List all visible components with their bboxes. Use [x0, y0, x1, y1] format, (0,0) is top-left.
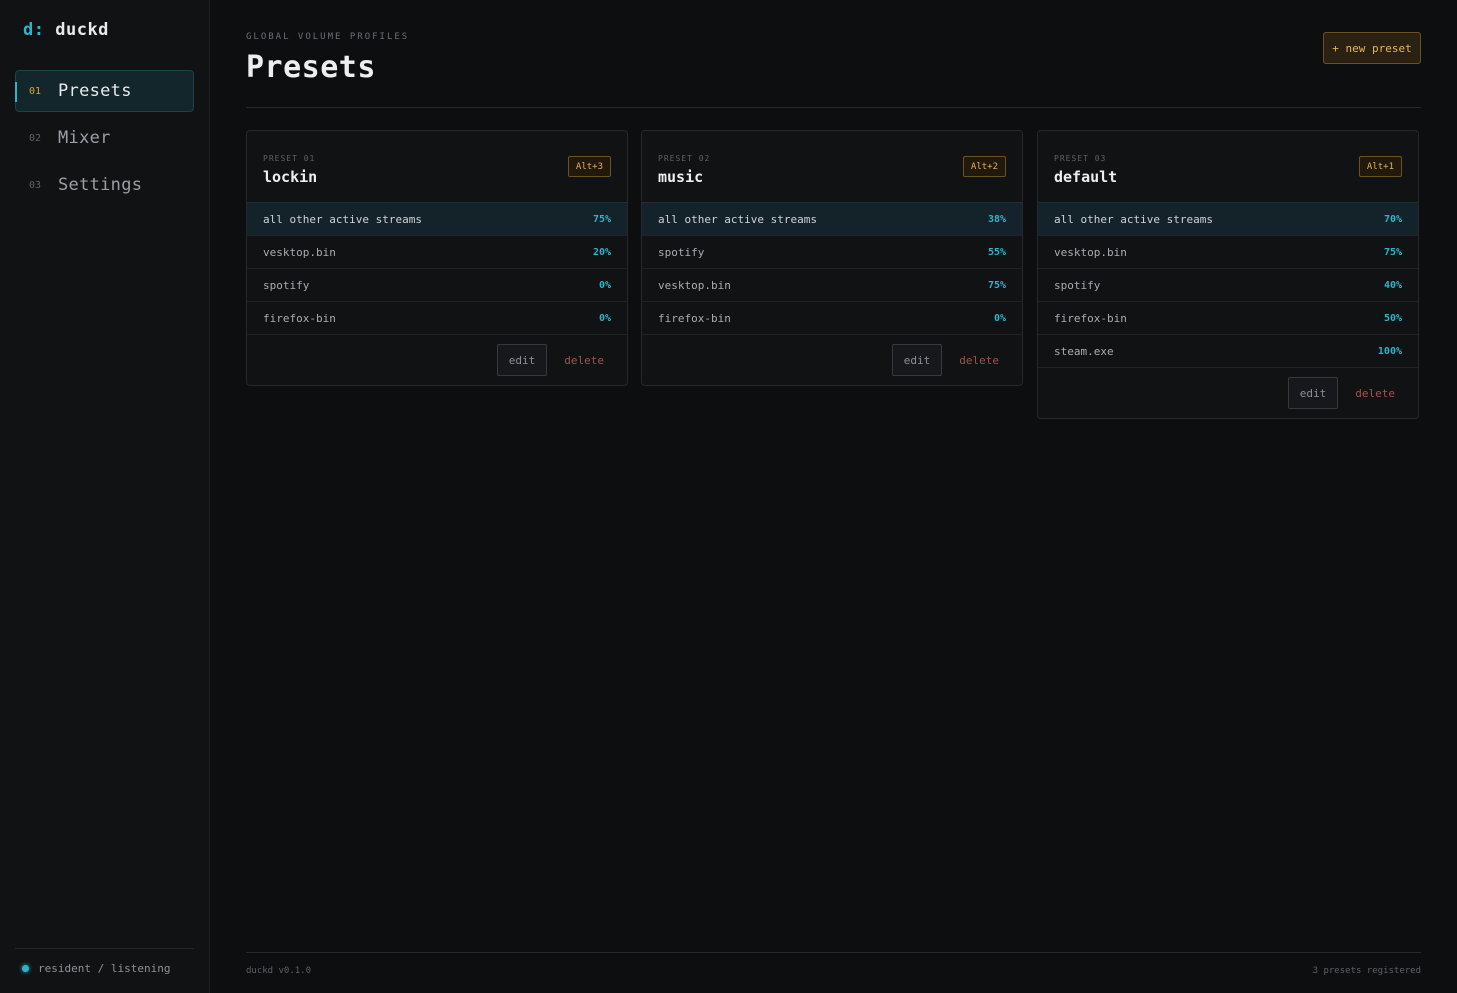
- edit-preset-button[interactable]: edit: [891, 344, 943, 376]
- new-preset-button[interactable]: + new preset: [1323, 32, 1421, 64]
- preset-card: PRESET 03 default Alt+1 all other active…: [1037, 130, 1419, 419]
- stream-volume: 75%: [1383, 246, 1402, 258]
- stream-name: firefox-bin: [1054, 311, 1127, 325]
- stream-row: firefox-bin 50%: [1038, 301, 1418, 334]
- stream-volume: 40%: [1383, 279, 1402, 291]
- preset-card-header: PRESET 03 default Alt+1: [1038, 131, 1418, 202]
- delete-preset-button[interactable]: delete: [948, 344, 1010, 376]
- status-indicator: resident / listening: [15, 948, 194, 975]
- stream-row: steam.exe 100%: [1038, 334, 1418, 367]
- stream-name: all other active streams: [263, 212, 422, 226]
- preset-number: PRESET 02: [658, 154, 711, 163]
- brand-logo: d: duckd: [23, 20, 109, 40]
- stream-row: spotify 55%: [642, 235, 1022, 268]
- preset-card-header: PRESET 01 lockin Alt+3: [247, 131, 627, 202]
- stream-name: firefox-bin: [658, 311, 731, 325]
- main-content: GLOBAL VOLUME PROFILES Presets + new pre…: [210, 0, 1457, 993]
- stream-volume: 50%: [1383, 312, 1402, 324]
- page-title: Presets: [246, 50, 376, 85]
- footer-divider: [246, 952, 1421, 953]
- stream-volume: 75%: [592, 213, 611, 225]
- hotkey-badge: Alt+3: [567, 156, 611, 177]
- stream-volume: 75%: [987, 279, 1006, 291]
- stream-name: spotify: [1054, 278, 1101, 292]
- stream-volume: 0%: [993, 312, 1006, 324]
- stream-name: spotify: [263, 278, 310, 292]
- stream-volume: 70%: [1383, 213, 1402, 225]
- page-eyebrow: GLOBAL VOLUME PROFILES: [246, 32, 410, 42]
- sidebar-item-number: 03: [29, 179, 42, 191]
- sidebar-item-label: Settings: [58, 175, 143, 195]
- stream-name: steam.exe: [1054, 344, 1114, 358]
- sidebar-item-number: 01: [29, 85, 42, 97]
- stream-name: firefox-bin: [263, 311, 336, 325]
- sidebar-item-number: 02: [29, 132, 42, 144]
- preset-card-actions: edit delete: [1038, 367, 1418, 418]
- preset-card: PRESET 01 lockin Alt+3 all other active …: [246, 130, 628, 386]
- stream-row: spotify 40%: [1038, 268, 1418, 301]
- delete-preset-button[interactable]: delete: [553, 344, 615, 376]
- stream-row: all other active streams 75%: [247, 202, 627, 235]
- preset-name: default: [1054, 168, 1118, 186]
- version-label: duckd v0.1.0: [246, 966, 312, 976]
- header-divider: [246, 107, 1421, 108]
- sidebar-item-label: Presets: [58, 81, 132, 101]
- stream-volume: 55%: [987, 246, 1006, 258]
- stream-row: all other active streams 38%: [642, 202, 1022, 235]
- preset-card-actions: edit delete: [247, 334, 627, 385]
- stream-volume: 0%: [598, 279, 611, 291]
- stream-volume: 38%: [987, 213, 1006, 225]
- sidebar-item-settings[interactable]: 03 Settings: [15, 164, 194, 206]
- brand-mark: d:: [23, 20, 45, 40]
- stream-row: vesktop.bin 75%: [1038, 235, 1418, 268]
- stream-name: vesktop.bin: [1054, 245, 1127, 259]
- edit-preset-button[interactable]: edit: [496, 344, 548, 376]
- preset-card-header: PRESET 02 music Alt+2: [642, 131, 1022, 202]
- status-dot-icon: [22, 965, 29, 972]
- preset-card-actions: edit delete: [642, 334, 1022, 385]
- brand-name: duckd: [55, 20, 109, 40]
- stream-row: firefox-bin 0%: [642, 301, 1022, 334]
- preset-card: PRESET 02 music Alt+2 all other active s…: [641, 130, 1023, 386]
- stream-name: vesktop.bin: [658, 278, 731, 292]
- sidebar-item-presets[interactable]: 01 Presets: [15, 70, 194, 112]
- stream-row: firefox-bin 0%: [247, 301, 627, 334]
- hotkey-badge: Alt+2: [962, 156, 1006, 177]
- stream-volume: 100%: [1377, 345, 1402, 357]
- sidebar-item-label: Mixer: [58, 128, 111, 148]
- hotkey-badge: Alt+1: [1358, 156, 1402, 177]
- sidebar: d: duckd 01 Presets 02 Mixer 03 Settings…: [0, 0, 210, 993]
- stream-name: all other active streams: [1054, 212, 1213, 226]
- stream-row: vesktop.bin 75%: [642, 268, 1022, 301]
- stream-volume: 20%: [592, 246, 611, 258]
- edit-preset-button[interactable]: edit: [1287, 377, 1339, 409]
- sidebar-item-mixer[interactable]: 02 Mixer: [15, 117, 194, 159]
- stream-name: all other active streams: [658, 212, 817, 226]
- preset-name: music: [658, 168, 704, 186]
- preset-number: PRESET 01: [263, 154, 316, 163]
- preset-number: PRESET 03: [1054, 154, 1107, 163]
- stream-volume: 0%: [598, 312, 611, 324]
- stream-name: spotify: [658, 245, 705, 259]
- preset-name: lockin: [263, 168, 318, 186]
- stream-name: vesktop.bin: [263, 245, 336, 259]
- stream-row: spotify 0%: [247, 268, 627, 301]
- status-text: resident / listening: [38, 962, 171, 975]
- stream-row: vesktop.bin 20%: [247, 235, 627, 268]
- stream-row: all other active streams 70%: [1038, 202, 1418, 235]
- preset-count-label: 3 presets registered: [1312, 966, 1421, 976]
- sidebar-nav: 01 Presets 02 Mixer 03 Settings: [15, 70, 194, 211]
- delete-preset-button[interactable]: delete: [1344, 377, 1406, 409]
